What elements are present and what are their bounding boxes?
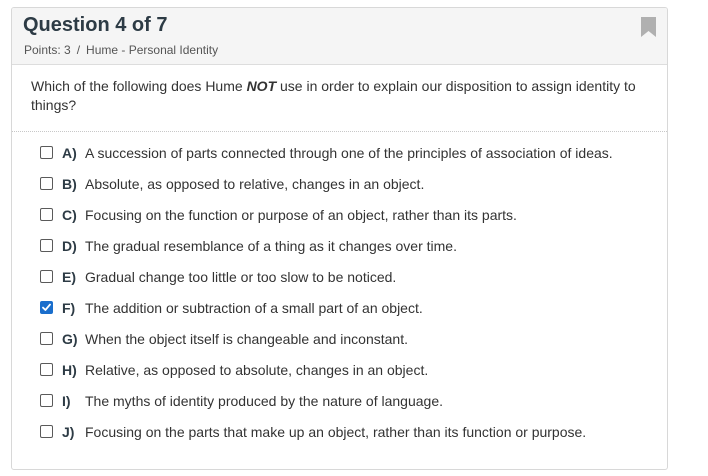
answer-letter: J) [62, 424, 75, 440]
checkbox[interactable] [40, 425, 53, 438]
answer-letter: G) [62, 331, 78, 347]
answer-text: A succession of parts connected through … [85, 145, 613, 161]
answer-letter: F) [62, 300, 76, 316]
answer-letter: I) [62, 393, 71, 409]
answer-option[interactable]: I) The myths of identity produced by the … [12, 392, 667, 411]
question-header: Question 4 of 7 Points: 3 / Hume - Persona… [12, 8, 667, 65]
checkbox-checked[interactable] [40, 301, 53, 314]
prompt-emphasis: NOT [246, 78, 277, 94]
answer-option[interactable]: H) Relative, as opposed to absolute, chan… [12, 361, 667, 380]
question-prompt: Which of the following does Hume NOT use… [12, 65, 667, 132]
answer-option[interactable]: C) Focusing on the function or purpose of… [12, 206, 667, 225]
answer-option[interactable]: B) Absolute, as opposed to relative, chan… [12, 175, 667, 194]
answer-option[interactable]: G) When the object itself is changeable a… [12, 330, 667, 349]
points-label: Points: 3 [24, 43, 71, 57]
topic-label: Hume - Personal Identity [86, 43, 219, 57]
question-meta: Points: 3 / Hume - Personal Identity [24, 43, 218, 57]
answer-option[interactable]: F) The addition or subtraction of a small… [12, 299, 667, 318]
prompt-text-before: Which of the following does Hume [31, 78, 247, 94]
answer-text: The myths of identity produced by the na… [85, 393, 444, 409]
answer-text: Absolute, as opposed to relative, change… [85, 176, 425, 192]
question-title: Question 4 of 7 [23, 14, 168, 36]
answer-letter: A) [62, 145, 77, 161]
answer-option[interactable]: J) Focusing on the parts that make up an … [12, 423, 667, 442]
answer-text: The gradual resemblance of a thing as it… [85, 238, 457, 254]
checkbox[interactable] [40, 177, 53, 190]
answer-text: When the object itself is changeable and… [85, 331, 408, 347]
checkbox[interactable] [40, 239, 53, 252]
answer-letter: B) [62, 176, 77, 192]
bookmark-icon[interactable] [641, 17, 656, 37]
answer-option[interactable]: D) The gradual resemblance of a thing as … [12, 237, 667, 256]
checkbox[interactable] [40, 394, 53, 407]
answer-letter: C) [62, 207, 77, 223]
answer-text: Focusing on the function or purpose of a… [85, 207, 517, 223]
checkbox[interactable] [40, 270, 53, 283]
answer-letter: D) [62, 238, 77, 254]
checkbox[interactable] [40, 146, 53, 159]
answer-text: Gradual change too little or too slow to… [85, 269, 397, 285]
answer-text: The addition or subtraction of a small p… [85, 300, 423, 316]
meta-separator: / [76, 43, 81, 57]
checkbox[interactable] [40, 332, 53, 345]
answer-option[interactable]: E) Gradual change too little or too slow … [12, 268, 667, 287]
question-card: Question 4 of 7 Points: 3 / Hume - Persona… [11, 7, 668, 470]
answer-option[interactable]: A) A succession of parts connected throug… [12, 144, 667, 163]
checkbox[interactable] [40, 208, 53, 221]
answer-list: A) A succession of parts connected throug… [12, 132, 667, 442]
answer-text: Relative, as opposed to absolute, change… [85, 362, 429, 378]
answer-letter: E) [62, 269, 76, 285]
answer-text: Focusing on the parts that make up an ob… [85, 424, 587, 440]
checkmark-icon [42, 303, 51, 311]
answer-letter: H) [62, 362, 77, 378]
checkbox[interactable] [40, 363, 53, 376]
